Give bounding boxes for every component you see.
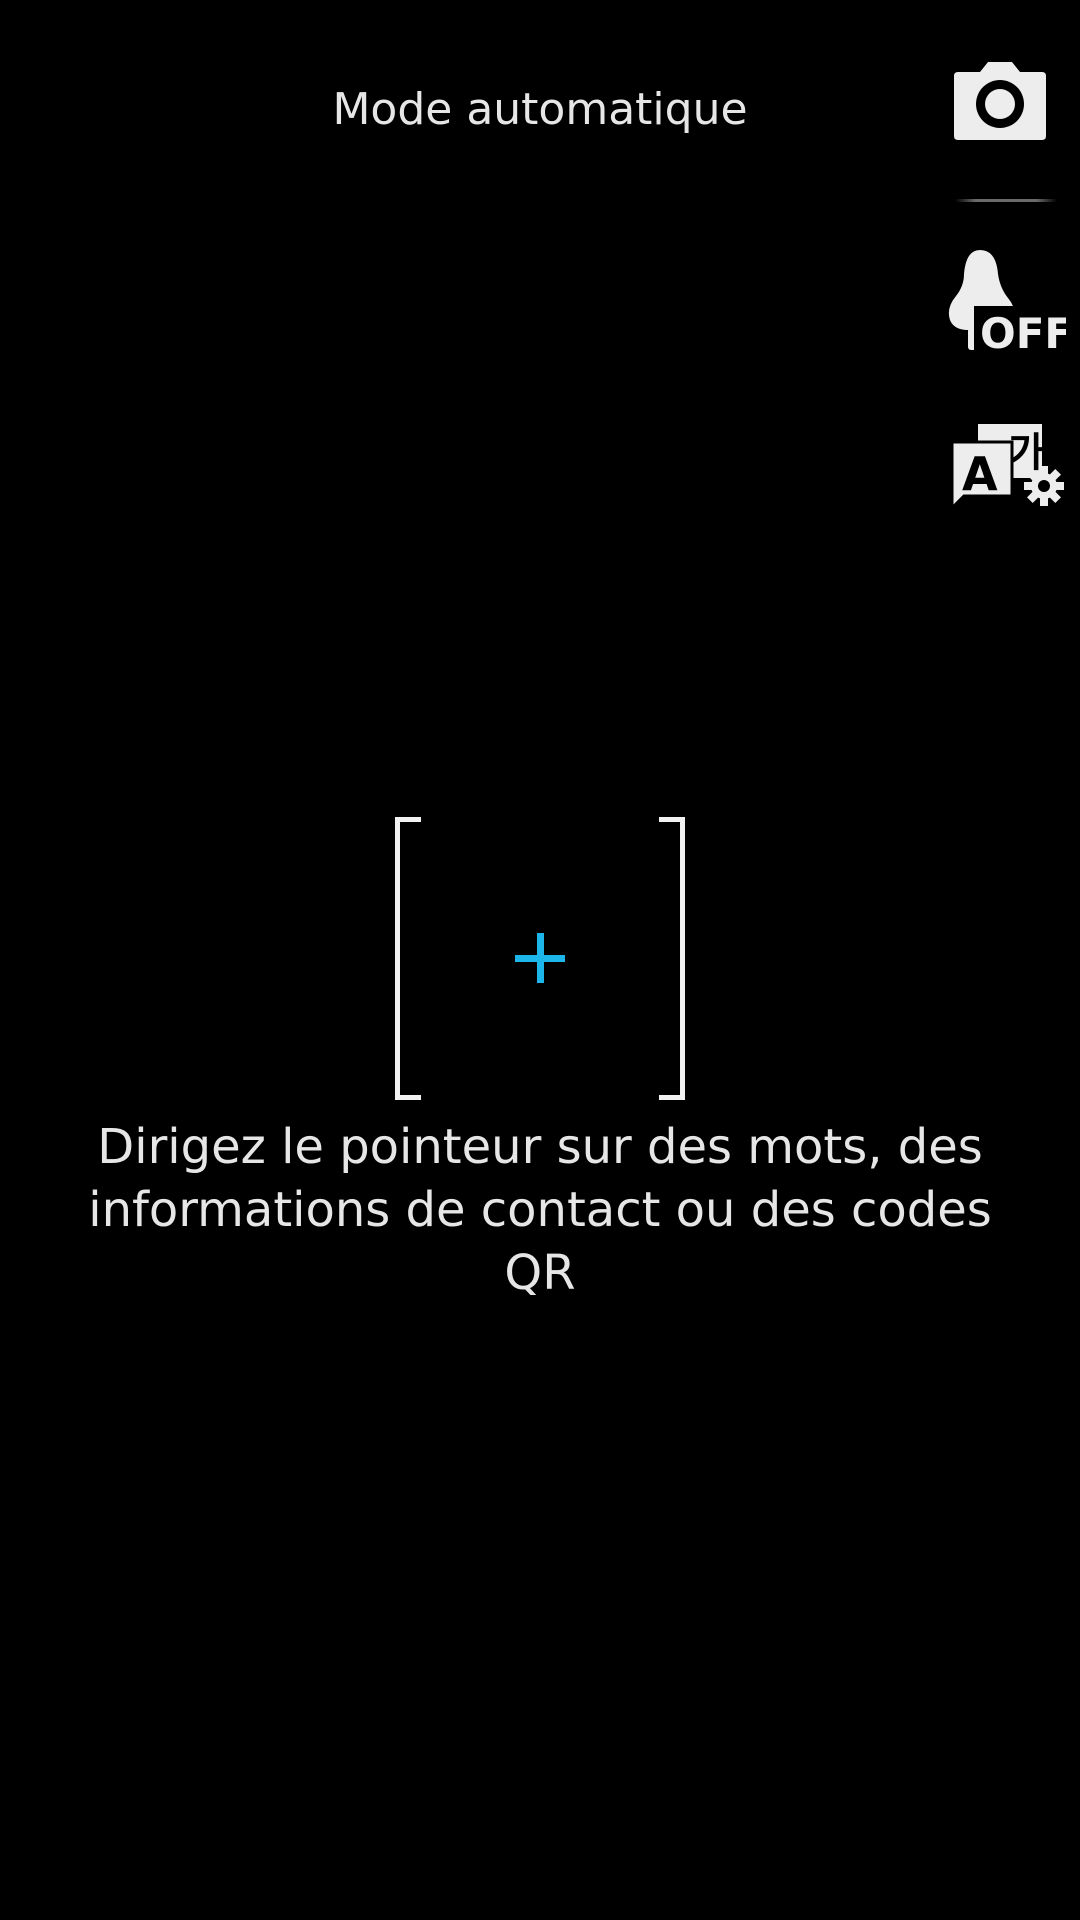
mode-label[interactable]: Mode automatique	[0, 82, 1080, 138]
svg-text:가: 가	[1008, 430, 1045, 476]
pointer-hint-text: Dirigez le pointeur sur des mots, des in…	[88, 1119, 992, 1301]
camera-icon	[954, 62, 1046, 140]
reticle-right-bracket	[659, 817, 685, 1100]
crosshair-icon	[515, 933, 565, 983]
viewfinder-reticle	[395, 817, 685, 1100]
toolbar-divider	[955, 199, 1057, 202]
flash-state-label: OFF	[980, 309, 1066, 354]
svg-text:A: A	[962, 447, 998, 501]
translate-settings-button[interactable]: 가 A	[950, 420, 1070, 512]
reticle-left-bracket	[395, 817, 421, 1100]
camera-button[interactable]	[950, 60, 1050, 146]
flash-off-icon: OFF	[948, 250, 1073, 358]
flash-toggle-button[interactable]: OFF	[946, 244, 1073, 358]
translate-settings-icon: 가 A	[950, 424, 1064, 512]
